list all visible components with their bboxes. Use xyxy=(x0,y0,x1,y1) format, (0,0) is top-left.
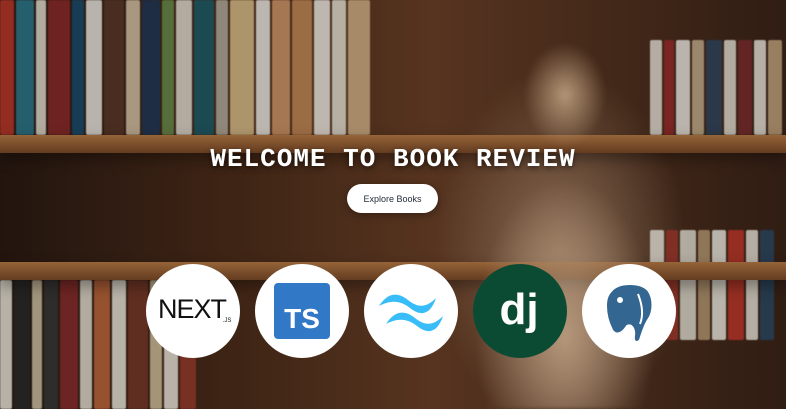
tailwind-logo-icon xyxy=(364,264,458,358)
svg-text:TS: TS xyxy=(284,303,320,334)
page-title: WELCOME TO BOOK REVIEW xyxy=(210,144,576,174)
tech-logos: NEXT .JS TS dj xyxy=(146,264,676,358)
explore-books-button[interactable]: Explore Books xyxy=(347,184,438,213)
svg-text:dj: dj xyxy=(499,285,538,334)
postgresql-logo-icon xyxy=(582,264,676,358)
svg-text:NEXT: NEXT xyxy=(158,294,227,324)
typescript-logo-icon: TS xyxy=(255,264,349,358)
nextjs-logo-icon: NEXT .JS xyxy=(146,264,240,358)
django-logo-icon: dj xyxy=(473,264,567,358)
hero-section: WELCOME TO BOOK REVIEW Explore Books NEX… xyxy=(0,0,786,409)
svg-text:.JS: .JS xyxy=(223,318,232,324)
